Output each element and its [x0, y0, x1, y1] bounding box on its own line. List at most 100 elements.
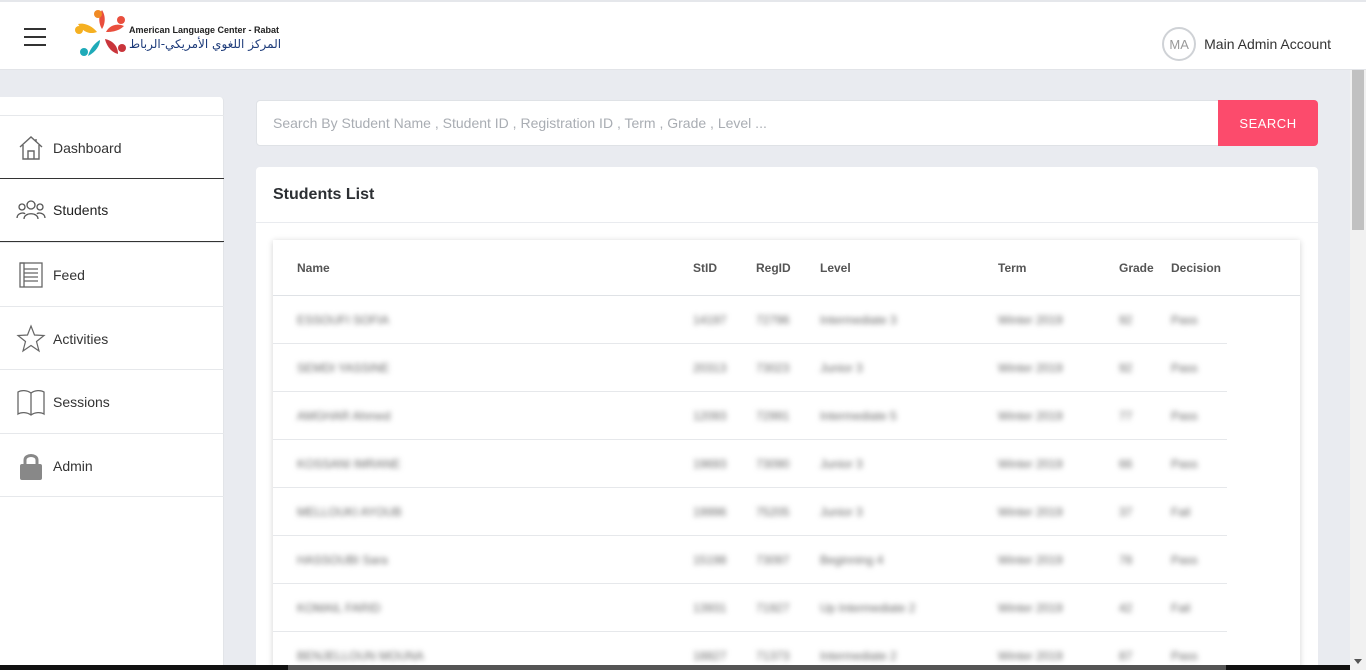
lock-icon [16, 451, 46, 481]
sidebar: Dashboard Students Feed Activities Sessi… [0, 97, 224, 670]
vertical-scrollbar[interactable] [1350, 70, 1366, 670]
sidebar-item-label: Admin [53, 457, 93, 474]
cell-level: Intermediate 3 [820, 313, 897, 327]
cell-decision: Fail [1171, 505, 1191, 519]
table-row[interactable]: MELLOUKI AYOUB 19996 75205 Junior 3 Winter 2… [273, 488, 1227, 536]
cell-grade: 78 [1119, 553, 1133, 567]
cell-grade: 87 [1119, 649, 1133, 663]
cell-stid: 12093 [693, 409, 727, 423]
logo-text-en: American Language Center - Rabat [129, 25, 280, 35]
cell-regid: 73090 [756, 457, 790, 471]
table-row[interactable]: ESSOUFI SOFIA 14197 72796 Intermediate 3 Win… [273, 296, 1227, 344]
search-input[interactable] [257, 101, 1219, 145]
logo-text-ar: المركز اللغوي الأمريكي-الرباط [129, 37, 282, 51]
cell-level: Junior 3 [820, 457, 863, 471]
cell-regid: 71927 [756, 601, 790, 615]
cell-regid: 72796 [756, 313, 790, 327]
table-row[interactable]: HASSOUBI Sara 15198 73097 Beginning 4 Winter… [273, 536, 1227, 584]
students-list-card: Students List Name StID RegID Level Term… [256, 167, 1318, 670]
star-icon [16, 323, 46, 354]
search-button[interactable]: SEARCH [1218, 100, 1318, 146]
table-row[interactable]: AMGHAR Ahmed 12093 72991 Intermediate 5 Wint… [273, 392, 1227, 440]
user-name[interactable]: Main Admin Account [1204, 36, 1331, 52]
cell-stid: 20313 [693, 361, 727, 375]
sidebar-item-dashboard[interactable]: Dashboard [0, 115, 224, 179]
cell-name: AMGHAR Ahmed [297, 409, 391, 423]
cell-term: Winter 2019 [998, 457, 1063, 471]
horizontal-scrollbar[interactable] [0, 665, 1350, 670]
avatar[interactable]: MA [1162, 27, 1197, 61]
cell-grade: 92 [1119, 313, 1133, 327]
cell-decision: Pass [1171, 409, 1198, 423]
alc-logo[interactable]: American Language Center - Rabat المركز … [74, 8, 284, 60]
cell-term: Winter 2019 [998, 313, 1063, 327]
students-table: Name StID RegID Level Term Grade Decisio… [273, 240, 1300, 670]
sidebar-item-admin[interactable]: Admin [0, 433, 224, 497]
cell-name: HASSOUBI Sara [297, 553, 388, 567]
users-icon [16, 195, 46, 225]
sidebar-item-label: Activities [53, 330, 109, 347]
sidebar-divider [0, 496, 224, 497]
sidebar-item-feed[interactable]: Feed [0, 242, 224, 306]
cell-level: Up Intermediate 2 [820, 601, 916, 615]
logo-star-icon [75, 10, 126, 56]
sidebar-item-students[interactable]: Students [0, 178, 224, 242]
cell-decision: Pass [1171, 553, 1198, 567]
table-row[interactable]: SEMDI YASSINE 20313 73023 Junior 3 Winter 20… [273, 344, 1227, 392]
cell-grade: 77 [1119, 409, 1133, 423]
cell-level: Beginning 4 [820, 553, 884, 567]
card-title: Students List [273, 186, 375, 203]
book-icon [16, 387, 46, 417]
column-header-decision[interactable]: Decision [1171, 261, 1221, 275]
top-header: American Language Center - Rabat المركز … [0, 0, 1366, 70]
table-row[interactable]: KOSSANI IMRANE 19693 73090 Junior 3 Winter 2… [273, 440, 1227, 488]
sidebar-item-label: Students [53, 202, 109, 218]
cell-stid: 18827 [693, 649, 727, 663]
cell-grade: 42 [1119, 601, 1133, 615]
cell-term: Winter 2019 [998, 601, 1063, 615]
cell-regid: 73097 [756, 553, 790, 567]
table-row[interactable]: KOMAIL FARID 13931 71927 Up Intermediate 2 W… [273, 584, 1227, 632]
cell-stid: 19996 [693, 505, 727, 519]
cell-grade: 92 [1119, 361, 1133, 375]
cell-name: ESSOUFI SOFIA [297, 313, 390, 327]
scroll-down-arrow-icon[interactable] [1354, 659, 1362, 664]
cell-stid: 14197 [693, 313, 727, 327]
cell-grade: 37 [1119, 505, 1133, 519]
horizontal-scrollbar-thumb[interactable] [288, 665, 1226, 670]
cell-decision: Pass [1171, 313, 1198, 327]
cell-regid: 73023 [756, 361, 790, 375]
column-header-term[interactable]: Term [998, 261, 1026, 275]
sidebar-item-activities[interactable]: Activities [0, 306, 224, 370]
cell-level: Junior 3 [820, 505, 863, 519]
cell-decision: Pass [1171, 649, 1198, 663]
cell-name: BENJELLOUN MOUNA [297, 649, 424, 663]
column-header-level[interactable]: Level [820, 261, 851, 275]
cell-level: Junior 3 [820, 361, 863, 375]
sidebar-item-label: Sessions [53, 393, 110, 410]
cell-stid: 13931 [693, 601, 727, 615]
cell-regid: 72991 [756, 409, 790, 423]
cell-stid: 19693 [693, 457, 727, 471]
column-header-stid[interactable]: StID [693, 261, 717, 275]
cell-term: Winter 2019 [998, 649, 1063, 663]
cell-regid: 71373 [756, 649, 790, 663]
cell-name: KOSSANI IMRANE [297, 457, 401, 471]
cell-term: Winter 2019 [998, 553, 1063, 567]
cell-decision: Fail [1171, 601, 1191, 615]
column-header-grade[interactable]: Grade [1119, 261, 1154, 275]
cell-term: Winter 2019 [998, 409, 1063, 423]
sidebar-item-label: Feed [53, 266, 85, 283]
user-account-menu[interactable]: MA Main Admin Account [1162, 26, 1331, 62]
menu-toggle-icon[interactable] [24, 28, 46, 46]
table-header: Name StID RegID Level Term Grade Decisio… [273, 240, 1300, 296]
column-header-regid[interactable]: RegID [756, 261, 791, 275]
cell-decision: Pass [1171, 361, 1198, 375]
cell-grade: 66 [1119, 457, 1133, 471]
cell-level: Intermediate 2 [820, 649, 897, 663]
column-header-name[interactable]: Name [297, 261, 330, 275]
cell-term: Winter 2019 [998, 361, 1063, 375]
sidebar-item-sessions[interactable]: Sessions [0, 369, 224, 433]
scrollbar-thumb[interactable] [1352, 70, 1364, 230]
home-icon [16, 133, 46, 163]
